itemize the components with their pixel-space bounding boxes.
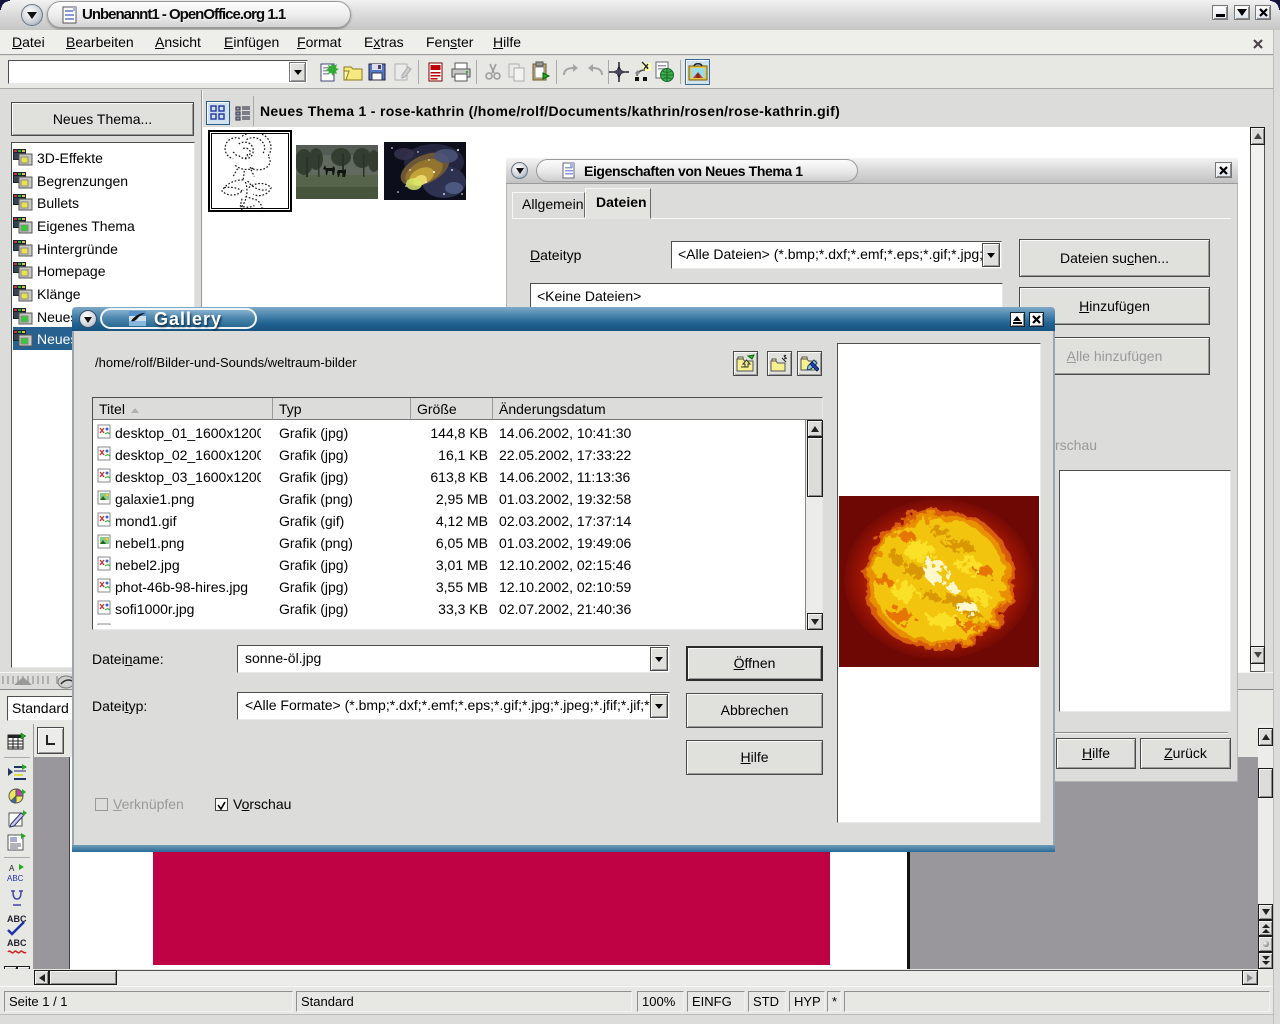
- svg-text:ABC: ABC: [7, 938, 27, 948]
- svg-text:A: A: [9, 864, 15, 873]
- svg-text:ABC: ABC: [7, 874, 24, 883]
